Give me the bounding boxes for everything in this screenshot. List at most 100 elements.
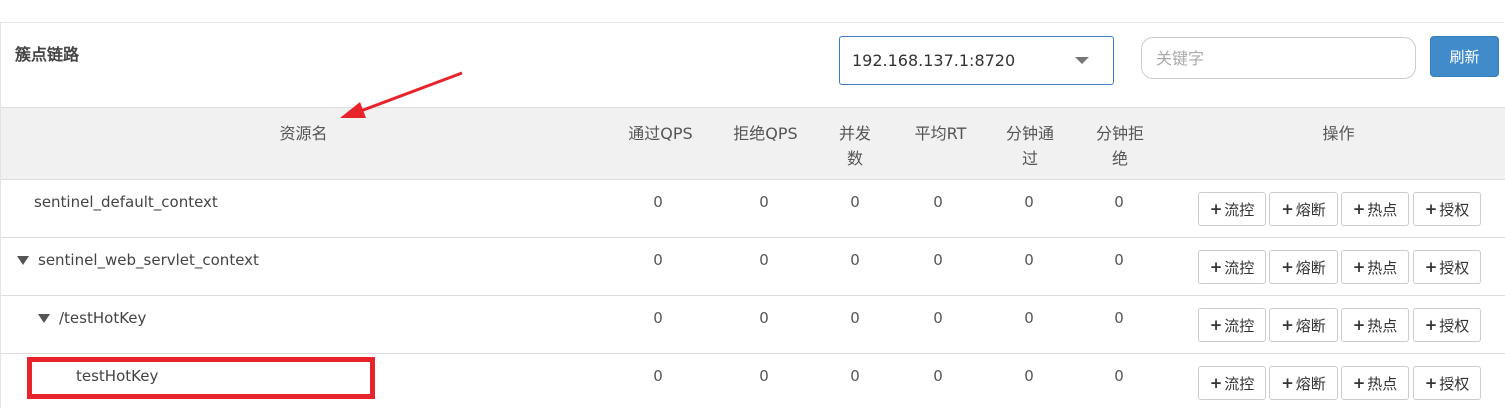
authority-label: 授权 <box>1439 258 1470 277</box>
keyword-search-input[interactable] <box>1141 37 1416 79</box>
hotspot-label: 热点 <box>1367 258 1398 277</box>
authority-button[interactable]: + 授权 <box>1413 366 1481 400</box>
authority-label: 授权 <box>1439 200 1470 219</box>
header-concurrency: 并发 数 <box>825 121 885 171</box>
degrade-label: 熔断 <box>1295 258 1326 277</box>
minute-block-value: 0 <box>1114 309 1124 327</box>
block-qps-value: 0 <box>759 251 769 269</box>
hotspot-button[interactable]: + 热点 <box>1341 192 1409 226</box>
minute-pass-value: 0 <box>1024 193 1034 211</box>
plus-icon: + <box>1209 374 1223 392</box>
minute-block-value: 0 <box>1114 193 1124 211</box>
resource-name-cell: /testHotKey <box>38 309 146 327</box>
flow-control-button[interactable]: + 流控 <box>1198 308 1266 342</box>
block-qps-value: 0 <box>759 309 769 327</box>
degrade-button[interactable]: + 熔断 <box>1269 366 1338 400</box>
flow-control-label: 流控 <box>1224 200 1255 219</box>
minute-pass-value: 0 <box>1024 367 1034 385</box>
pass-qps-value: 0 <box>653 193 663 211</box>
degrade-button[interactable]: + 熔断 <box>1269 250 1338 284</box>
page-top-margin <box>0 0 1505 22</box>
plus-icon: + <box>1281 316 1294 334</box>
avg-rt-value: 0 <box>933 309 943 327</box>
authority-button[interactable]: + 授权 <box>1413 250 1481 284</box>
plus-icon: + <box>1209 258 1223 276</box>
avg-rt-value: 0 <box>933 367 943 385</box>
flow-control-label: 流控 <box>1224 258 1255 277</box>
minute-block-value: 0 <box>1114 367 1124 385</box>
header-concurrency-line2: 数 <box>846 149 863 168</box>
authority-label: 授权 <box>1439 374 1470 393</box>
plus-icon: + <box>1281 258 1294 276</box>
plus-icon: + <box>1424 258 1438 276</box>
chevron-down-icon <box>1075 57 1089 64</box>
plus-icon: + <box>1209 316 1223 334</box>
machine-select-value: 192.168.137.1:8720 <box>852 51 1016 70</box>
hotspot-button[interactable]: + 热点 <box>1341 308 1409 342</box>
resource-name: sentinel_default_context <box>34 193 218 211</box>
hotspot-label: 热点 <box>1367 200 1398 219</box>
hotspot-button[interactable]: + 热点 <box>1341 366 1409 400</box>
refresh-button[interactable]: 刷新 <box>1430 36 1499 77</box>
header-minute-pass: 分钟通 过 <box>995 121 1065 171</box>
expand-triangle-icon[interactable] <box>38 313 50 323</box>
plus-icon: + <box>1352 316 1366 334</box>
panel-title: 簇点链路 <box>15 45 80 64</box>
concurrency-value: 0 <box>850 367 860 385</box>
hotspot-button[interactable]: + 热点 <box>1341 250 1409 284</box>
table-header: 资源名 通过QPS 拒绝QPS 并发 数 平均RT 分钟通 过 分钟拒 绝 操作 <box>1 107 1505 180</box>
degrade-button[interactable]: + 熔断 <box>1269 192 1338 226</box>
degrade-label: 熔断 <box>1295 374 1326 393</box>
concurrency-value: 0 <box>850 193 860 211</box>
plus-icon: + <box>1424 374 1438 392</box>
machine-select[interactable]: 192.168.137.1:8720 <box>839 36 1114 85</box>
block-qps-value: 0 <box>759 193 769 211</box>
header-minute-block-line1: 分钟拒 <box>1095 124 1144 143</box>
flow-control-button[interactable]: + 流控 <box>1198 366 1266 400</box>
degrade-label: 熔断 <box>1295 200 1326 219</box>
flow-control-button[interactable]: + 流控 <box>1198 192 1266 226</box>
expand-triangle-icon[interactable] <box>17 255 29 265</box>
pass-qps-value: 0 <box>653 251 663 269</box>
hotspot-label: 热点 <box>1367 316 1398 335</box>
degrade-button[interactable]: + 熔断 <box>1269 308 1338 342</box>
header-block-qps: 拒绝QPS <box>733 124 798 143</box>
authority-label: 授权 <box>1439 316 1470 335</box>
block-qps-value: 0 <box>759 367 769 385</box>
degrade-label: 熔断 <box>1295 316 1326 335</box>
authority-button[interactable]: + 授权 <box>1413 192 1481 226</box>
plus-icon: + <box>1352 374 1366 392</box>
authority-button[interactable]: + 授权 <box>1413 308 1481 342</box>
concurrency-value: 0 <box>850 309 860 327</box>
header-resource-name: 资源名 <box>279 124 328 143</box>
plus-icon: + <box>1352 258 1366 276</box>
plus-icon: + <box>1209 200 1223 218</box>
resource-name-cell: sentinel_web_servlet_context <box>17 251 259 269</box>
header-minute-block: 分钟拒 绝 <box>1085 121 1155 171</box>
minute-pass-value: 0 <box>1024 309 1034 327</box>
header-pass-qps: 通过QPS <box>628 124 693 143</box>
avg-rt-value: 0 <box>933 251 943 269</box>
header-minute-block-line2: 绝 <box>1111 149 1128 168</box>
plus-icon: + <box>1424 200 1438 218</box>
pass-qps-value: 0 <box>653 367 663 385</box>
minute-pass-value: 0 <box>1024 251 1034 269</box>
highlight-box <box>27 357 375 399</box>
plus-icon: + <box>1352 200 1366 218</box>
table-row: sentinel_default_context 0 0 0 0 0 0 + 流控… <box>1 180 1505 238</box>
flow-control-button[interactable]: + 流控 <box>1198 250 1266 284</box>
avg-rt-value: 0 <box>933 193 943 211</box>
header-minute-pass-line2: 过 <box>1021 149 1038 168</box>
resource-name: sentinel_web_servlet_context <box>38 251 259 269</box>
table-row: sentinel_web_servlet_context 0 0 0 0 0 0… <box>1 238 1505 296</box>
header-minute-pass-line1: 分钟通 <box>1005 124 1054 143</box>
hotspot-label: 热点 <box>1367 374 1398 393</box>
resource-name: /testHotKey <box>59 309 147 327</box>
plus-icon: + <box>1281 200 1294 218</box>
plus-icon: + <box>1281 374 1294 392</box>
table-row: /testHotKey 0 0 0 0 0 0 + 流控 + 熔断 + 热点 + 授权 <box>1 296 1505 354</box>
flow-control-label: 流控 <box>1224 316 1255 335</box>
header-actions: 操作 <box>1322 124 1355 143</box>
concurrency-value: 0 <box>850 251 860 269</box>
header-concurrency-line1: 并发 <box>838 124 871 143</box>
